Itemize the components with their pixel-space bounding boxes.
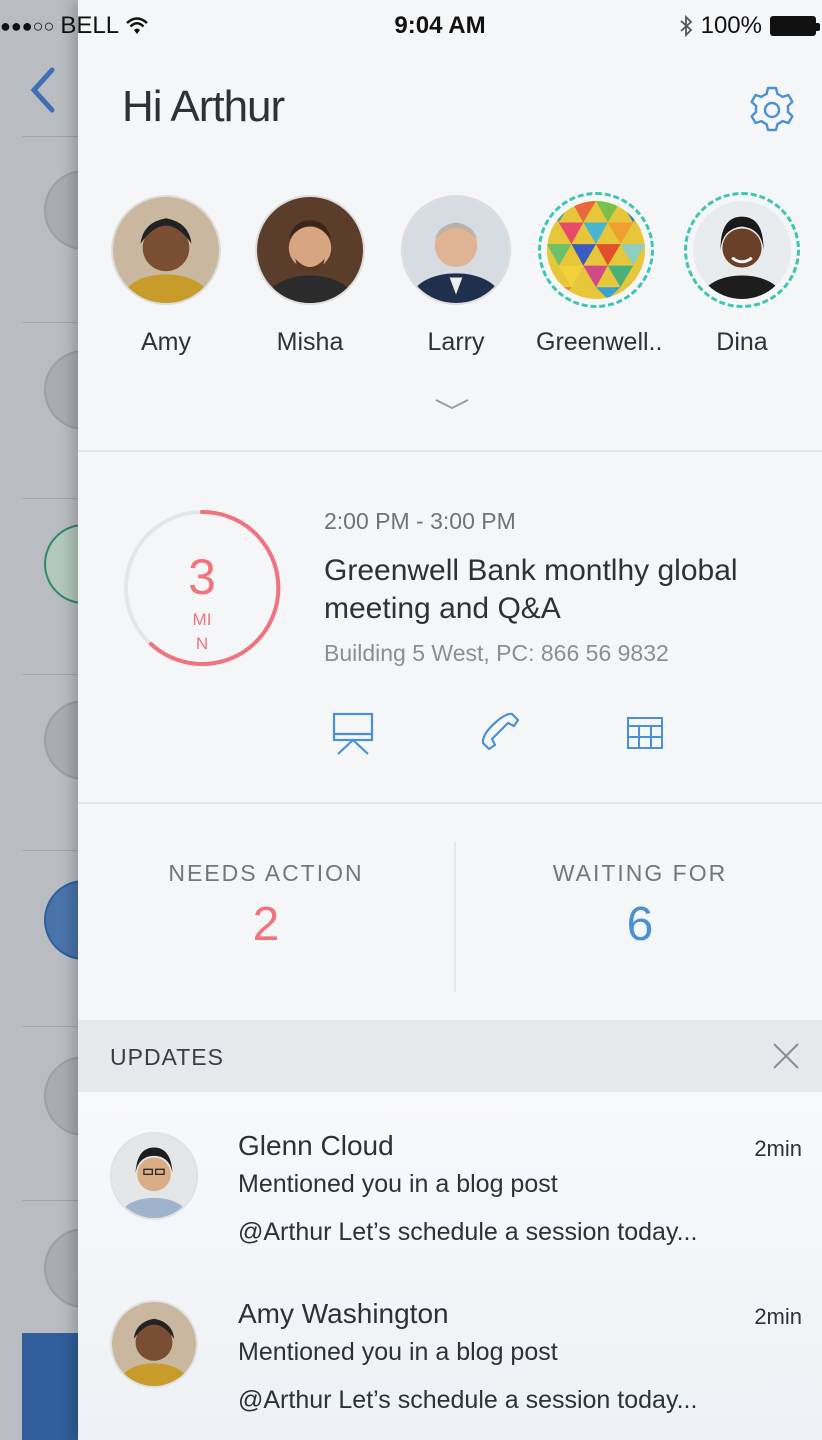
updates-title: UPDATES bbox=[110, 1044, 224, 1070]
meeting-time: 2:00 PM - 3:00 PM bbox=[324, 508, 516, 534]
calendar-icon[interactable] bbox=[620, 708, 670, 758]
contact-avatar-ring bbox=[252, 192, 368, 308]
needs-action-value: 2 bbox=[252, 898, 280, 951]
update-time: 2min bbox=[754, 1136, 802, 1161]
contact-misha[interactable]: Misha bbox=[250, 192, 370, 357]
background-footer bbox=[22, 1333, 82, 1440]
countdown-value: 3 bbox=[188, 549, 216, 605]
avatar bbox=[693, 201, 791, 299]
contact-larry[interactable]: Larry bbox=[396, 192, 516, 357]
section-divider bbox=[78, 450, 822, 452]
greeting: Hi Arthur bbox=[122, 82, 285, 131]
background-divider bbox=[22, 674, 82, 675]
contact-name: Misha bbox=[276, 328, 344, 356]
countdown-unit: N bbox=[195, 634, 209, 653]
avatar bbox=[401, 195, 511, 305]
contact-name: Dina bbox=[716, 328, 768, 356]
update-message: @Arthur Let’s schedule a session today..… bbox=[238, 1386, 698, 1414]
background-divider bbox=[22, 850, 82, 851]
contact-amy[interactable]: Amy bbox=[106, 192, 226, 357]
update-author: Glenn Cloud bbox=[238, 1130, 394, 1161]
contact-avatar-ring bbox=[398, 192, 514, 308]
avatar bbox=[110, 1132, 198, 1220]
contact-dina[interactable]: Dina bbox=[682, 192, 802, 357]
needs-action-label: NEEDS ACTION bbox=[168, 860, 364, 886]
settings-gear-icon[interactable] bbox=[744, 82, 800, 138]
background-divider bbox=[22, 1026, 82, 1027]
contact-name: Larry bbox=[427, 328, 485, 356]
battery-icon bbox=[770, 16, 820, 36]
presentation-icon[interactable] bbox=[328, 708, 378, 758]
contact-name: Amy bbox=[141, 328, 191, 356]
update-action: Mentioned you in a blog post bbox=[238, 1338, 558, 1366]
contact-avatar-ring bbox=[108, 192, 224, 308]
avatar bbox=[255, 195, 365, 305]
background-divider bbox=[22, 322, 82, 323]
battery-percent: 100% bbox=[700, 12, 762, 39]
close-icon[interactable] bbox=[770, 1040, 802, 1072]
section-divider bbox=[78, 802, 822, 804]
update-item[interactable]: Amy Washington 2min Mentioned you in a b… bbox=[78, 1260, 822, 1430]
contact-avatar-ring bbox=[684, 192, 800, 308]
waiting-for-counter[interactable]: WAITING FOR 6 bbox=[458, 860, 822, 952]
updates-header: UPDATES bbox=[78, 1020, 822, 1092]
avatar bbox=[110, 1300, 198, 1388]
background-divider bbox=[22, 1200, 82, 1201]
waiting-for-value: 6 bbox=[626, 898, 654, 951]
meeting-location: Building 5 West, PC: 866 56 9832 bbox=[324, 640, 669, 666]
background-divider bbox=[22, 136, 82, 137]
needs-action-counter[interactable]: NEEDS ACTION 2 bbox=[78, 860, 454, 952]
meeting-title[interactable]: Greenwell Bank montlhy global meeting an… bbox=[324, 552, 794, 628]
update-item[interactable]: Glenn Cloud 2min Mentioned you in a blog… bbox=[78, 1092, 822, 1262]
bluetooth-icon bbox=[680, 14, 692, 38]
avatar bbox=[111, 195, 221, 305]
update-author: Amy Washington bbox=[238, 1298, 449, 1329]
background-divider bbox=[22, 498, 82, 499]
update-message: @Arthur Let’s schedule a session today..… bbox=[238, 1218, 698, 1246]
counter-divider bbox=[454, 842, 456, 992]
contact-name: Greenwell.. bbox=[536, 328, 663, 356]
phone-icon[interactable] bbox=[474, 708, 524, 758]
back-chevron-icon[interactable] bbox=[22, 60, 62, 120]
avatar bbox=[547, 201, 645, 299]
status-right: 100% bbox=[679, 12, 820, 40]
status-bar: ●●●○○ BELL 9:04 AM 100% bbox=[0, 0, 822, 52]
updates-list: Glenn Cloud 2min Mentioned you in a blog… bbox=[78, 1092, 822, 1440]
countdown-unit: MI bbox=[192, 610, 212, 629]
waiting-for-label: WAITING FOR bbox=[552, 860, 728, 886]
contact-greenwell[interactable]: Greenwell.. bbox=[536, 192, 663, 357]
expand-chevron-down-icon[interactable] bbox=[430, 392, 474, 416]
update-action: Mentioned you in a blog post bbox=[238, 1170, 558, 1198]
contact-avatar-ring bbox=[538, 192, 654, 308]
update-time: 2min bbox=[754, 1304, 802, 1329]
